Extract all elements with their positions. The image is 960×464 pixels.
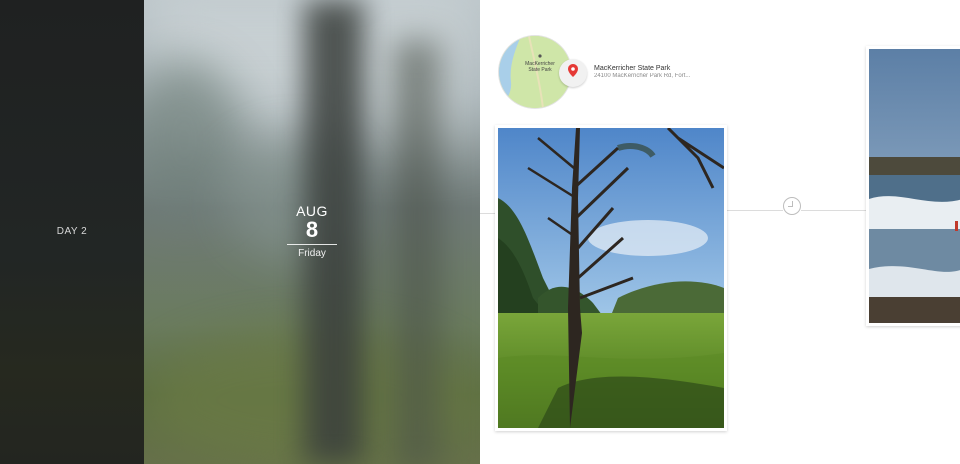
place-name[interactable]: MacKerricher State Park (594, 65, 670, 72)
photo-card[interactable] (495, 125, 727, 431)
day-strip: DAY 2 (0, 0, 144, 464)
day-label: DAY 2 (56, 226, 88, 237)
date-day: 8 (305, 217, 319, 242)
forest-photo (498, 128, 724, 428)
location-pin-button[interactable] (559, 59, 587, 87)
map-pin-icon (568, 64, 578, 82)
timeline-connector (480, 213, 496, 214)
map-label-line2: State Park (528, 67, 552, 73)
timeline-connector (727, 210, 783, 211)
clock-icon[interactable] (783, 197, 801, 215)
date-month: AUG (296, 203, 328, 219)
date-divider (287, 244, 337, 245)
place-address: 24100 MacKerricher Park Rd, Fort... (594, 73, 691, 79)
date-block: AUG 8 Friday (286, 204, 338, 259)
beach-photo (869, 49, 960, 323)
timeline-connector (801, 210, 867, 211)
date-weekday: Friday (298, 248, 326, 259)
photo-card[interactable] (866, 46, 960, 326)
